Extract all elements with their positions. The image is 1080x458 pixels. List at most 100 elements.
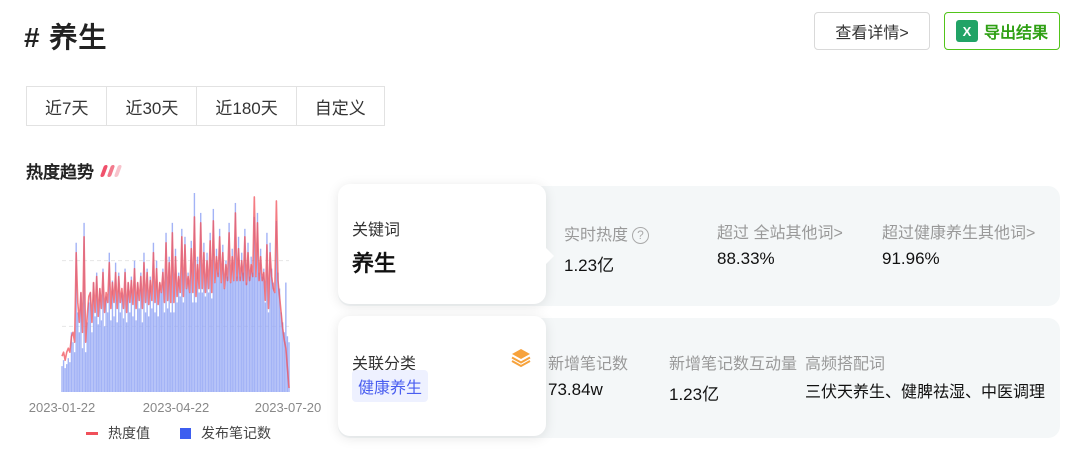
notes-bar (182, 302, 185, 392)
realtime-heat-label: 实时热度? (564, 221, 650, 245)
notes-bar (220, 282, 222, 392)
notes-bar (141, 322, 144, 392)
legend-notes-label: 发布笔记数 (201, 425, 271, 441)
notes-bar (119, 312, 122, 392)
exceed-all-link[interactable]: 超过 全站其他词> (717, 219, 843, 243)
notes-bar (138, 308, 140, 392)
notes-bar (110, 320, 112, 392)
trend-chart: 2023-01-22 2023-04-22 2023-07-20 (29, 193, 321, 415)
exceed-category-value: 91.96% (882, 249, 940, 268)
collocation-words-label: 高频搭配词 (805, 356, 886, 373)
notes-bar (163, 312, 166, 392)
notes-bar (248, 276, 251, 392)
notes-bar (233, 280, 235, 392)
x-axis-tick-label: 2023-04-22 (143, 400, 210, 415)
notes-bar (179, 296, 181, 392)
category-card: 关联分类 健康养生 (338, 316, 546, 436)
export-results-label: 导出结果 (983, 25, 1048, 42)
tab-custom[interactable]: 自定义 (295, 86, 385, 126)
tab-30-days[interactable]: 近30天 (106, 86, 198, 126)
new-notes-label: 新增笔记数 (548, 356, 629, 373)
notes-bar (173, 312, 175, 392)
notes-bar (103, 326, 106, 392)
notes-bar (160, 292, 163, 392)
tab-7-days[interactable]: 近7天 (26, 86, 108, 126)
exceed-category-link[interactable]: 超过健康养生其他词> (882, 219, 1035, 243)
notes-bar (245, 282, 248, 392)
category-tag[interactable]: 健康养生 (352, 370, 429, 402)
excel-icon: X (955, 20, 978, 42)
notes-bar (69, 362, 71, 392)
notes-bar (105, 296, 107, 392)
notes-bar (223, 288, 226, 392)
keyword-label: 关键词 (352, 222, 401, 239)
notes-bar (116, 322, 118, 392)
notes-bar (154, 312, 156, 392)
notes-bar (129, 312, 131, 392)
notes-bar (94, 316, 96, 392)
notes-bar (239, 276, 241, 392)
notes-bar (204, 296, 207, 392)
trend-accent-icon (99, 164, 123, 177)
date-range-tabs: 近7天 近30天 近180天 自定义 (26, 86, 385, 126)
notes-bar (229, 282, 232, 392)
notes-bar (81, 348, 84, 392)
notes-bar (132, 316, 134, 392)
exceed-all-value: 88.33% (717, 249, 775, 268)
notes-bar (125, 322, 128, 392)
keyword-value: 养生 (352, 251, 397, 276)
notes-bar (201, 292, 203, 392)
view-details-button[interactable]: 查看详情> (814, 12, 930, 50)
notes-bar (151, 308, 153, 392)
notes-bar (135, 320, 137, 392)
notes-bar (100, 320, 103, 392)
trend-section-title: 热度趋势 (26, 158, 123, 183)
notes-bar (62, 360, 65, 392)
legend-heat[interactable]: 热度值 (86, 423, 150, 443)
notes-bar (122, 318, 125, 392)
notes-bar (144, 312, 147, 392)
notes-bar (267, 312, 270, 392)
notes-bar (64, 368, 66, 392)
notes-bar (67, 358, 70, 392)
trend-title-text: 热度趋势 (26, 163, 94, 182)
notes-bar (270, 268, 273, 392)
notes-bar (72, 342, 74, 392)
layers-icon[interactable] (510, 346, 532, 368)
new-notes-value: 73.84w (548, 380, 603, 399)
notes-bar (211, 298, 213, 392)
notes-bar (113, 316, 115, 392)
realtime-heat-label-text: 实时热度 (564, 227, 629, 244)
page-title: # 养生 (24, 22, 108, 53)
notes-bar (274, 292, 276, 392)
notes-bar (258, 272, 260, 392)
keyword-card: 关键词 养生 (338, 184, 554, 304)
notes-bar (242, 272, 244, 392)
x-axis-tick-label: 2023-01-22 (29, 400, 96, 415)
notes-bar (214, 282, 216, 392)
notes-bar (73, 352, 76, 392)
notes-bar (285, 282, 287, 392)
realtime-heat-value: 1.23亿 (564, 256, 615, 275)
notes-bar (195, 302, 197, 392)
notes-bar (170, 312, 172, 392)
legend-notes[interactable]: 发布笔记数 (180, 423, 271, 443)
notes-bar (84, 352, 87, 392)
notes-bar (264, 302, 267, 392)
notes-bar (192, 302, 194, 392)
notes-bar (187, 272, 189, 392)
notes-bar (148, 316, 150, 392)
notes-bar (226, 276, 229, 392)
notes-bar (78, 332, 81, 392)
notes-bar (176, 302, 178, 392)
notes-bar (66, 364, 68, 392)
notes-interaction-value: 1.23亿 (669, 385, 720, 404)
export-results-button[interactable]: X 导出结果 (944, 12, 1060, 50)
notes-bar (166, 308, 169, 392)
tab-180-days[interactable]: 近180天 (196, 86, 297, 126)
notes-interaction-label: 新增笔记数互动量 (669, 356, 798, 373)
notes-bar (185, 288, 188, 392)
help-icon[interactable]: ? (632, 227, 650, 244)
notes-bar (198, 292, 200, 392)
notes-bar (157, 316, 159, 392)
